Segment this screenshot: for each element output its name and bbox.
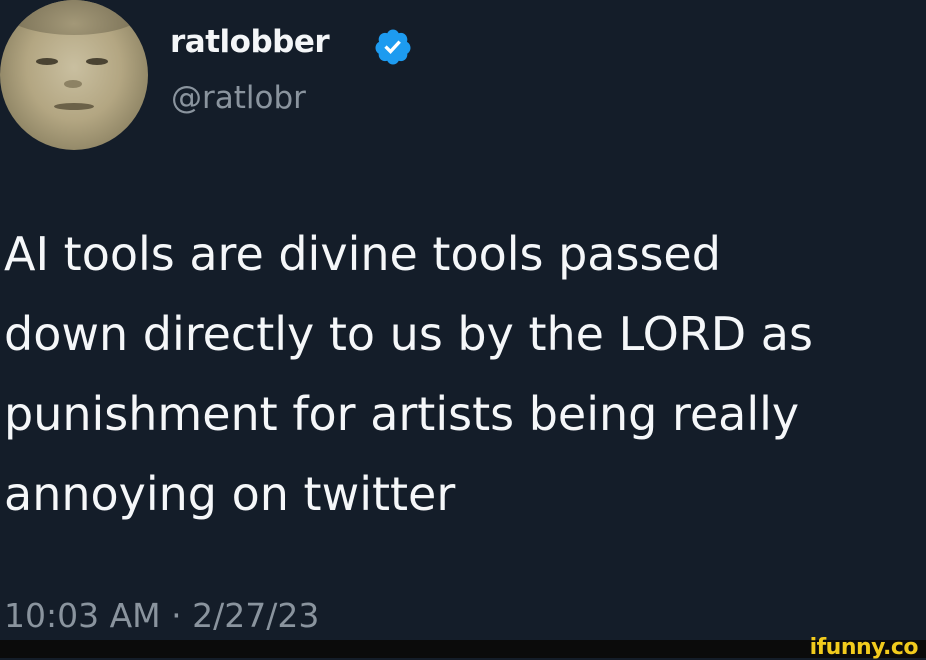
verified-badge-icon <box>375 29 411 65</box>
tweet-text: AI tools are divine tools passed down di… <box>4 227 813 521</box>
avatar-right-eye <box>86 58 108 65</box>
avatar-mouth <box>54 103 94 110</box>
tweet-timestamp[interactable]: 10:03 AM · 2/27/23 <box>4 596 319 635</box>
user-handle[interactable]: @ratlobr <box>171 80 306 116</box>
avatar-left-eye <box>36 58 58 65</box>
ifunny-watermark: ifunny.co <box>809 635 919 660</box>
footer-strip <box>0 640 926 658</box>
profile-avatar[interactable] <box>0 0 148 150</box>
display-name[interactable]: ratlobber <box>170 24 330 60</box>
avatar-hair <box>0 0 148 35</box>
avatar-nose <box>64 80 82 88</box>
